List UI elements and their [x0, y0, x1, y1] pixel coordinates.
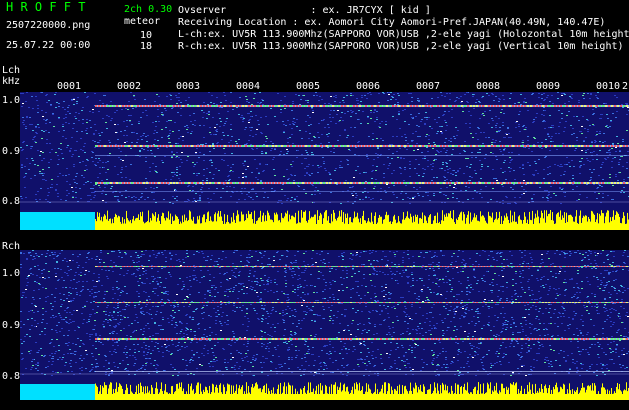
minute-mark: 0003 — [176, 81, 201, 92]
rch-spectrogram-canvas — [20, 250, 629, 400]
minute-mark: 0007 — [416, 81, 441, 92]
lch-tick-2: 0.9 — [2, 146, 21, 157]
version-label: 2ch 0.30 — [124, 4, 173, 15]
minute-mark: 0010 — [596, 81, 621, 92]
datetime: 25.07.22 00:00 — [6, 40, 91, 51]
minute-mark: 0006 — [356, 81, 381, 92]
meteor-count-l: 10 — [140, 30, 153, 41]
minute-mark: 0004 — [236, 81, 261, 92]
minute-mark: 0001 — [57, 81, 82, 92]
minute-mark: 0005 — [296, 81, 321, 92]
lch-unit: kHz — [2, 76, 21, 87]
rch-tick-3: 0.8 — [2, 371, 21, 382]
lch-tick-3: 0.8 — [2, 196, 21, 207]
meteor-label: meteor — [124, 16, 161, 27]
lch-title: Lch — [2, 65, 21, 76]
rch-tick-1: 1.0 — [2, 268, 21, 279]
minute-mark: 0008 — [476, 81, 501, 92]
minute-mark: 0009 — [536, 81, 561, 92]
filename: 2507220000.png — [6, 20, 91, 31]
location-line: Receiving Location : ex. Aomori City Aom… — [178, 17, 606, 28]
rch-title: Rch — [2, 241, 21, 252]
minute-mark: 2 — [622, 81, 629, 92]
rch-spectrogram — [20, 250, 629, 400]
observer-line: Ovserver : ex. JR7CYX [ kid ] — [178, 5, 431, 16]
lch-tick-1: 1.0 — [2, 95, 21, 106]
hrofft-window: H R O F F T 2507220000.png 25.07.22 00:0… — [0, 0, 629, 410]
minute-mark: 0002 — [117, 81, 142, 92]
lch-spectrogram-canvas — [20, 92, 629, 230]
rch-tick-2: 0.9 — [2, 320, 21, 331]
meteor-count-r: 18 — [140, 41, 153, 52]
lch-spectrogram — [20, 92, 629, 230]
app-logo: H R O F F T — [6, 0, 86, 14]
rch-info-line: R-ch:ex. UV5R 113.900Mhz(SAPPORO VOR)USB… — [178, 41, 624, 52]
lch-info-line: L-ch:ex. UV5R 113.900Mhz(SAPPORO VOR)USB… — [178, 29, 629, 40]
